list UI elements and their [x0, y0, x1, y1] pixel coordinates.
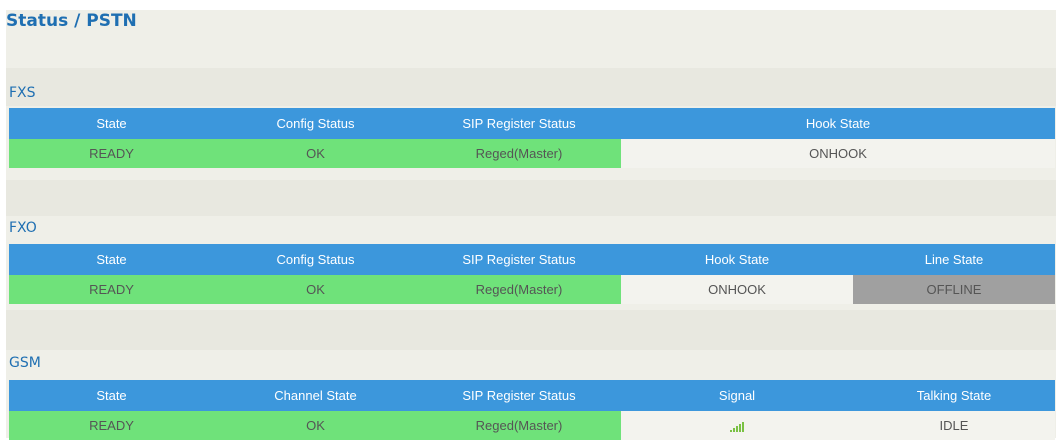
- gsm-section-band: [6, 310, 1056, 350]
- gsm-section-title: GSM: [9, 355, 41, 371]
- page-title: Status / PSTN: [6, 11, 137, 31]
- gsm-header-channel-state: Channel State: [214, 380, 417, 411]
- table-row: READY OK Reged(Master) ONHOOK OFFLINE: [9, 275, 1055, 304]
- fxs-section-band: [6, 68, 1056, 106]
- fxs-header-state: State: [9, 108, 214, 139]
- gsm-sip-register-status-cell: Reged(Master): [417, 411, 621, 440]
- fxo-config-status-cell: OK: [214, 275, 417, 304]
- fxo-state-cell: READY: [9, 275, 214, 304]
- gsm-signal-cell: [621, 411, 853, 440]
- fxs-header-hook-state: Hook State: [621, 108, 1055, 139]
- fxo-header-sip-register-status: SIP Register Status: [417, 244, 621, 275]
- fxs-section-title: FXS: [9, 85, 36, 101]
- fxs-header-sip-register-status: SIP Register Status: [417, 108, 621, 139]
- gsm-header-talking-state: Talking State: [853, 380, 1055, 411]
- table-header-row: State Channel State SIP Register Status …: [9, 380, 1055, 411]
- gsm-status-table: State Channel State SIP Register Status …: [9, 380, 1055, 440]
- gsm-header-sip-register-status: SIP Register Status: [417, 380, 621, 411]
- fxs-state-cell: READY: [9, 139, 214, 168]
- table-header-row: State Config Status SIP Register Status …: [9, 108, 1055, 139]
- fxo-status-table: State Config Status SIP Register Status …: [9, 244, 1055, 304]
- gsm-channel-state-cell: OK: [214, 411, 417, 440]
- table-row: READY OK Reged(Master) ONHOOK: [9, 139, 1055, 168]
- fxo-section-title: FXO: [9, 220, 37, 236]
- fxo-header-state: State: [9, 244, 214, 275]
- gsm-state-cell: READY: [9, 411, 214, 440]
- table-row: READY OK Reged(Master) IDLE: [9, 411, 1055, 440]
- fxs-status-table: State Config Status SIP Register Status …: [9, 108, 1055, 168]
- fxs-header-config-status: Config Status: [214, 108, 417, 139]
- fxo-header-line-state: Line State: [853, 244, 1055, 275]
- fxs-config-status-cell: OK: [214, 139, 417, 168]
- gsm-header-state: State: [9, 380, 214, 411]
- fxo-section-band: [6, 180, 1056, 216]
- fxo-header-hook-state: Hook State: [621, 244, 853, 275]
- fxo-hook-state-cell: ONHOOK: [621, 275, 853, 304]
- fxs-hook-state-cell: ONHOOK: [621, 139, 1055, 168]
- fxo-sip-register-status-cell: Reged(Master): [417, 275, 621, 304]
- fxs-sip-register-status-cell: Reged(Master): [417, 139, 621, 168]
- gsm-talking-state-cell: IDLE: [853, 411, 1055, 440]
- gsm-header-signal: Signal: [621, 380, 853, 411]
- fxo-header-config-status: Config Status: [214, 244, 417, 275]
- signal-strength-icon: [730, 421, 744, 432]
- fxo-line-state-cell: OFFLINE: [853, 275, 1055, 304]
- table-header-row: State Config Status SIP Register Status …: [9, 244, 1055, 275]
